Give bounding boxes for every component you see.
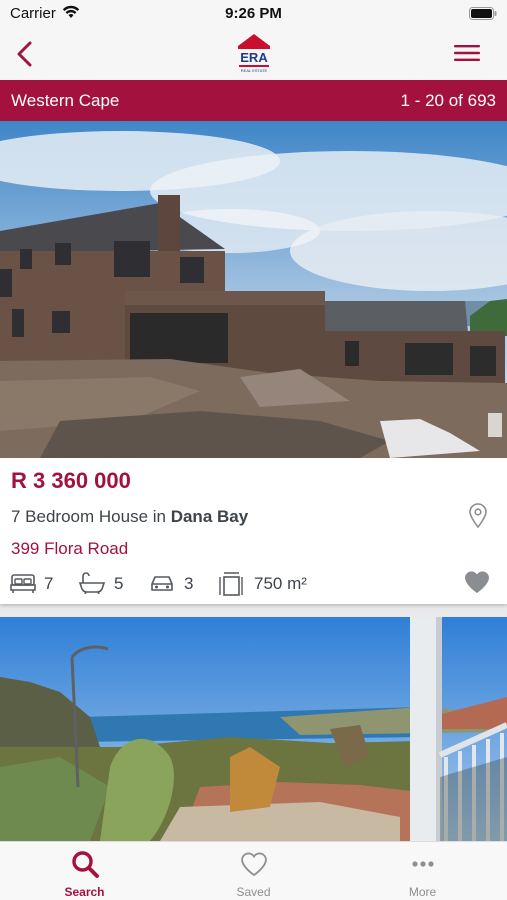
logo-subtext: REAL ESTATE (241, 68, 268, 73)
tab-search-label: Search (64, 885, 105, 899)
car-icon (151, 576, 173, 591)
listing-features: 7 5 3 750 m² (10, 571, 450, 597)
bedrooms-count: 7 (44, 574, 54, 593)
listing-address: 399 Flora Road (11, 539, 129, 558)
bed-icon (10, 574, 36, 593)
suburb-name: Dana Bay (170, 507, 249, 526)
hamburger-icon (454, 45, 480, 61)
tab-more[interactable]: More (338, 842, 507, 900)
tab-saved-label: Saved (236, 885, 271, 899)
listing-card[interactable]: R 3 360 000 7 Bedroom House in Dana Bay … (0, 121, 507, 604)
listing-description: 7 Bedroom House in Dana Bay (11, 507, 248, 527)
listing-photo[interactable] (0, 121, 507, 458)
logo-text: ERA (240, 50, 268, 65)
save-listing-button[interactable] (463, 569, 491, 600)
listing-price: R 3 360 000 (11, 468, 131, 493)
tab-search[interactable]: Search (0, 842, 169, 900)
listing-photo[interactable] (0, 617, 507, 841)
bath-icon (78, 572, 106, 594)
tab-saved[interactable]: Saved (169, 842, 338, 900)
bathrooms-count: 5 (114, 574, 124, 593)
region-name: Western Cape (11, 91, 120, 110)
floor-area-value: 750 m² (254, 574, 307, 593)
menu-button[interactable] (453, 42, 481, 64)
status-bar: Carrier 9:26 PM (0, 0, 507, 28)
navigation-bar: ERA REAL ESTATE (0, 28, 507, 80)
heart-icon (465, 571, 489, 593)
floor-area-icon (219, 572, 243, 596)
map-pin-icon[interactable] (468, 503, 488, 529)
region-bar: Western Cape 1 - 20 of 693 (0, 80, 507, 121)
battery-icon (469, 7, 497, 20)
back-button[interactable] (12, 38, 44, 70)
chevron-left-icon (17, 41, 32, 67)
era-logo: ERA REAL ESTATE (236, 32, 272, 74)
property-type-label: 7 Bedroom House in (11, 507, 171, 526)
search-icon (72, 851, 99, 878)
listing-card[interactable] (0, 617, 507, 841)
heart-icon (241, 852, 267, 877)
more-icon (412, 861, 434, 867)
garages-count: 3 (184, 574, 194, 593)
results-count: 1 - 20 of 693 (400, 91, 496, 110)
tab-bar: Search Saved More (0, 841, 507, 900)
tab-more-label: More (408, 885, 437, 899)
clock-time: 9:26 PM (225, 5, 282, 22)
